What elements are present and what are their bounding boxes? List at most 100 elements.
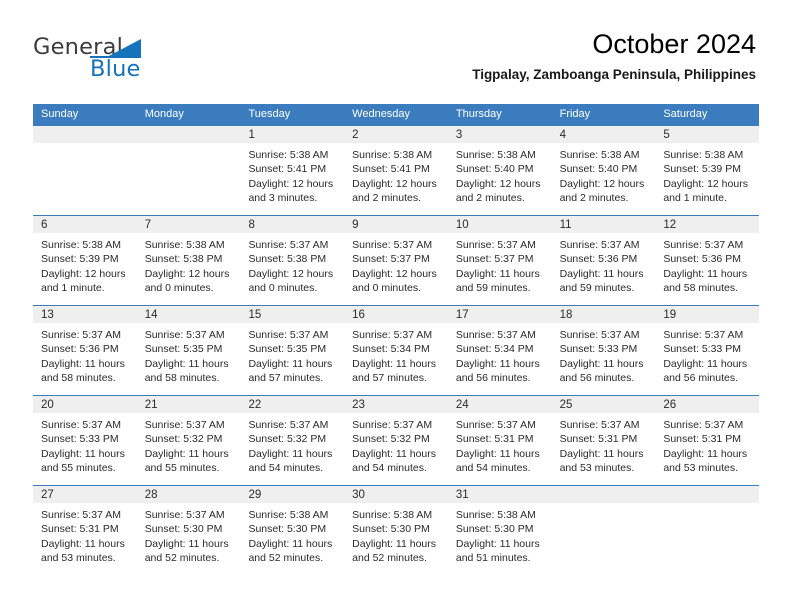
sunset-text: Sunset: 5:32 PM	[144, 433, 223, 446]
day-cell[interactable]	[136, 126, 241, 215]
day-cell[interactable]: 27 Sunrise: 5:37 AM Sunset: 5:31 PM Dayl…	[33, 486, 137, 575]
day-number: 27	[41, 489, 54, 501]
weekday-header-row: Sunday Monday Tuesday Wednesday Thursday…	[33, 104, 759, 125]
day-cell[interactable]: 11 Sunrise: 5:37 AM Sunset: 5:36 PM Dayl…	[551, 216, 656, 305]
day-details: Sunrise: 5:38 AM Sunset: 5:38 PM Dayligh…	[137, 233, 241, 296]
daylight-text-line2: and 55 minutes.	[144, 462, 220, 475]
day-cell[interactable]: 12 Sunrise: 5:37 AM Sunset: 5:36 PM Dayl…	[655, 216, 760, 305]
day-cell[interactable]: 26 Sunrise: 5:37 AM Sunset: 5:31 PM Dayl…	[655, 396, 760, 485]
day-details: Sunrise: 5:37 AM Sunset: 5:30 PM Dayligh…	[137, 503, 241, 566]
day-cell[interactable]: 2 Sunrise: 5:38 AM Sunset: 5:41 PM Dayli…	[344, 126, 448, 215]
page-header: General Blue October 2024 Tigpalay, Zamb…	[0, 0, 792, 104]
daylight-text-line2: and 52 minutes.	[144, 552, 220, 565]
day-cell[interactable]: 3 Sunrise: 5:38 AM Sunset: 5:40 PM Dayli…	[447, 126, 552, 215]
sunrise-text: Sunrise: 5:38 AM	[455, 509, 536, 521]
daylight-text-line1: Daylight: 11 hours	[352, 357, 437, 370]
week-row: 13 Sunrise: 5:37 AM Sunset: 5:36 PM Dayl…	[33, 305, 760, 395]
day-cell[interactable]	[655, 486, 760, 575]
sunset-text: Sunset: 5:34 PM	[352, 343, 430, 356]
daylight-text-line2: and 56 minutes.	[559, 372, 635, 385]
daylight-text-line1: Daylight: 11 hours	[559, 267, 644, 280]
day-cell[interactable]: 25 Sunrise: 5:37 AM Sunset: 5:31 PM Dayl…	[551, 396, 656, 485]
day-number-band: 2	[344, 126, 448, 143]
day-details: Sunrise: 5:38 AM Sunset: 5:30 PM Dayligh…	[448, 503, 552, 566]
day-cell[interactable]: 8 Sunrise: 5:37 AM Sunset: 5:38 PM Dayli…	[240, 216, 345, 305]
day-cell[interactable]: 29 Sunrise: 5:38 AM Sunset: 5:30 PM Dayl…	[240, 486, 345, 575]
day-details: Sunrise: 5:37 AM Sunset: 5:32 PM Dayligh…	[240, 413, 344, 476]
day-cell[interactable]: 28 Sunrise: 5:37 AM Sunset: 5:30 PM Dayl…	[136, 486, 241, 575]
day-cell[interactable]: 5 Sunrise: 5:38 AM Sunset: 5:39 PM Dayli…	[655, 126, 760, 215]
daylight-text-line2: and 54 minutes.	[352, 462, 427, 475]
sunrise-text: Sunrise: 5:37 AM	[455, 239, 536, 251]
day-cell[interactable]: 24 Sunrise: 5:37 AM Sunset: 5:31 PM Dayl…	[447, 396, 552, 485]
daylight-text-line2: and 2 minutes.	[559, 192, 629, 205]
day-number: 4	[559, 129, 566, 141]
sunrise-text: Sunrise: 5:37 AM	[455, 419, 536, 431]
day-details: Sunrise: 5:37 AM Sunset: 5:35 PM Dayligh…	[240, 323, 344, 386]
daylight-text-line1: Daylight: 11 hours	[559, 357, 644, 370]
daylight-text-line1: Daylight: 11 hours	[663, 267, 748, 280]
day-cell[interactable]: 13 Sunrise: 5:37 AM Sunset: 5:36 PM Dayl…	[33, 306, 137, 395]
title-block: October 2024 Tigpalay, Zamboanga Peninsu…	[472, 28, 756, 84]
day-cell[interactable]: 9 Sunrise: 5:37 AM Sunset: 5:37 PM Dayli…	[344, 216, 448, 305]
day-number: 25	[559, 399, 573, 411]
daylight-text-line2: and 59 minutes.	[455, 282, 531, 295]
day-cell[interactable]: 14 Sunrise: 5:37 AM Sunset: 5:35 PM Dayl…	[136, 306, 241, 395]
daylight-text-line2: and 2 minutes.	[352, 192, 422, 205]
day-cell[interactable]: 16 Sunrise: 5:37 AM Sunset: 5:34 PM Dayl…	[344, 306, 448, 395]
daylight-text-line1: Daylight: 12 hours	[248, 267, 334, 280]
day-cell[interactable]: 21 Sunrise: 5:37 AM Sunset: 5:32 PM Dayl…	[136, 396, 241, 485]
day-cell[interactable]: 18 Sunrise: 5:37 AM Sunset: 5:33 PM Dayl…	[551, 306, 656, 395]
day-cell[interactable]: 7 Sunrise: 5:38 AM Sunset: 5:38 PM Dayli…	[136, 216, 241, 305]
day-number-band: 25	[551, 396, 656, 413]
day-cell[interactable]: 17 Sunrise: 5:37 AM Sunset: 5:34 PM Dayl…	[447, 306, 552, 395]
day-cell[interactable]: 23 Sunrise: 5:37 AM Sunset: 5:32 PM Dayl…	[344, 396, 448, 485]
day-cell[interactable]: 30 Sunrise: 5:38 AM Sunset: 5:30 PM Dayl…	[344, 486, 448, 575]
day-cell[interactable]: 20 Sunrise: 5:37 AM Sunset: 5:33 PM Dayl…	[33, 396, 137, 485]
day-cell[interactable]: 10 Sunrise: 5:37 AM Sunset: 5:37 PM Dayl…	[447, 216, 552, 305]
sunset-text: Sunset: 5:40 PM	[559, 163, 638, 176]
daylight-text-line2: and 56 minutes.	[663, 372, 739, 385]
weekday-header-friday: Friday	[559, 108, 591, 120]
sunset-text: Sunset: 5:37 PM	[352, 253, 430, 266]
day-cell[interactable]: 6 Sunrise: 5:38 AM Sunset: 5:39 PM Dayli…	[33, 216, 137, 305]
day-details	[552, 503, 656, 508]
day-cell[interactable]: 15 Sunrise: 5:37 AM Sunset: 5:35 PM Dayl…	[240, 306, 345, 395]
day-number-band: 7	[136, 216, 241, 233]
day-details: Sunrise: 5:37 AM Sunset: 5:35 PM Dayligh…	[137, 323, 241, 386]
general-blue-logo[interactable]: General Blue	[33, 36, 223, 84]
day-number-band	[551, 486, 656, 503]
sunrise-text: Sunrise: 5:37 AM	[144, 509, 225, 521]
day-number-band: 19	[655, 306, 760, 323]
daylight-text-line2: and 2 minutes.	[455, 192, 525, 205]
daylight-text-line1: Daylight: 11 hours	[41, 357, 125, 370]
daylight-text-line2: and 0 minutes.	[352, 282, 422, 295]
weekday-header-saturday: Saturday	[663, 108, 708, 120]
day-number: 17	[455, 309, 469, 321]
sunrise-text: Sunrise: 5:37 AM	[144, 329, 225, 341]
day-number: 1	[248, 129, 255, 141]
day-cell[interactable]: 19 Sunrise: 5:37 AM Sunset: 5:33 PM Dayl…	[655, 306, 760, 395]
day-number-band: 29	[240, 486, 345, 503]
daylight-text-line2: and 58 minutes.	[663, 282, 739, 295]
day-cell[interactable]: 4 Sunrise: 5:38 AM Sunset: 5:40 PM Dayli…	[551, 126, 656, 215]
sunset-text: Sunset: 5:36 PM	[663, 253, 741, 266]
day-cell[interactable]: 31 Sunrise: 5:38 AM Sunset: 5:30 PM Dayl…	[447, 486, 552, 575]
sunset-text: Sunset: 5:39 PM	[41, 253, 119, 266]
sunset-text: Sunset: 5:31 PM	[41, 523, 119, 536]
day-number-band: 22	[240, 396, 345, 413]
day-number: 2	[352, 129, 359, 141]
day-cell[interactable]	[551, 486, 656, 575]
daylight-text-line2: and 53 minutes.	[559, 462, 635, 475]
day-number: 31	[455, 489, 469, 501]
daylight-text-line1: Daylight: 11 hours	[41, 537, 125, 550]
day-details	[137, 143, 241, 148]
day-cell[interactable]: 1 Sunrise: 5:38 AM Sunset: 5:41 PM Dayli…	[240, 126, 345, 215]
day-number-band: 13	[33, 306, 137, 323]
day-cell[interactable]	[33, 126, 137, 215]
day-details: Sunrise: 5:37 AM Sunset: 5:37 PM Dayligh…	[448, 233, 552, 296]
sunrise-text: Sunrise: 5:37 AM	[41, 329, 121, 341]
day-cell[interactable]: 22 Sunrise: 5:37 AM Sunset: 5:32 PM Dayl…	[240, 396, 345, 485]
day-details: Sunrise: 5:37 AM Sunset: 5:31 PM Dayligh…	[655, 413, 759, 476]
calendar-page: General Blue October 2024 Tigpalay, Zamb…	[0, 0, 792, 612]
